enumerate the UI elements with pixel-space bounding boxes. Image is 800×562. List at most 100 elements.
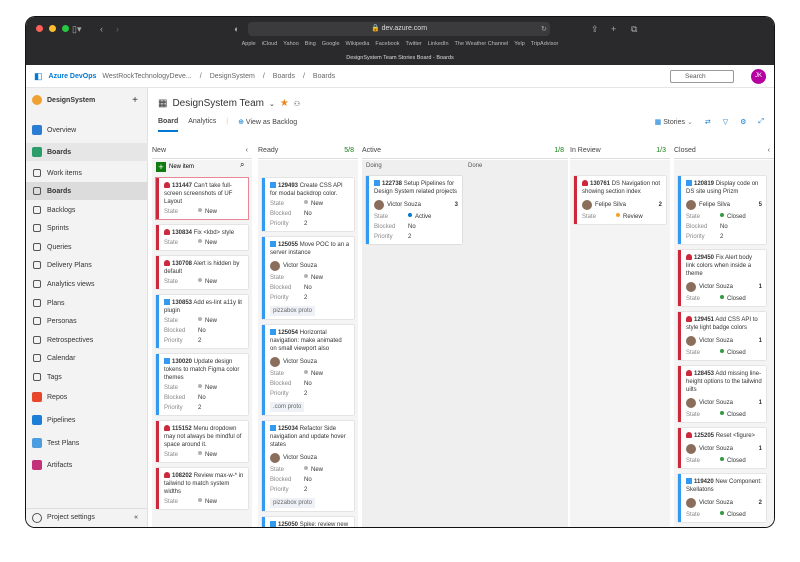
team-name[interactable]: DesignSystem Team: [172, 98, 264, 109]
tab-analytics[interactable]: Analytics: [188, 118, 216, 132]
work-item-card[interactable]: 130834 Fix <kbd> style State New: [156, 225, 248, 250]
search-icon[interactable]: ⌕: [240, 160, 244, 170]
reload-icon[interactable]: ↻: [541, 25, 547, 33]
breadcrumb-item[interactable]: DesignSystem: [210, 73, 255, 80]
favorite-link[interactable]: LinkedIn: [428, 41, 449, 47]
work-item-id[interactable]: 128453: [694, 371, 714, 377]
work-item-id[interactable]: 119420: [694, 479, 714, 485]
work-item-id[interactable]: 130761: [590, 181, 610, 187]
work-item-card[interactable]: 130853 Add es-lint a11y lit plugin State N…: [156, 295, 248, 348]
sidebar-item-personas[interactable]: Personas: [26, 312, 148, 330]
breadcrumb-item[interactable]: Boards: [273, 73, 295, 80]
window-controls[interactable]: [36, 25, 69, 32]
sidebar-item-delivery-plans[interactable]: Delivery Plans: [26, 256, 148, 274]
favorite-link[interactable]: The Weather Channel: [455, 41, 509, 47]
tag[interactable]: .com proto: [270, 402, 305, 412]
sidebar-item-calendar[interactable]: Calendar: [26, 349, 148, 367]
work-item-card[interactable]: 131447 Can't take full-screen screenshot…: [156, 178, 248, 219]
work-item-id[interactable]: 108202: [172, 473, 192, 479]
breadcrumb-item[interactable]: Boards: [313, 73, 335, 80]
favorite-star-icon[interactable]: ★: [280, 98, 289, 109]
sidebar-item-artifacts[interactable]: Artifacts: [26, 456, 148, 474]
favorite-link[interactable]: TripAdvisor: [531, 41, 559, 47]
work-item-card[interactable]: 130020 Update design tokens to match Fig…: [156, 354, 248, 415]
work-item-id[interactable]: 130020: [172, 359, 192, 365]
new-item-button[interactable]: + New item: [156, 162, 194, 172]
address-bar[interactable]: 🔒 dev.azure.com: [248, 22, 550, 36]
new-tab-icon[interactable]: +: [611, 24, 616, 34]
work-item-id[interactable]: 122738: [382, 181, 402, 187]
share-icon[interactable]: ⇪: [591, 24, 599, 35]
view-as-backlog-button[interactable]: ⊕ View as Backlog: [238, 118, 297, 132]
tab-title[interactable]: DesignSystem Team Stories Board - Boards: [26, 55, 774, 61]
sidebar-item-boards[interactable]: Boards: [26, 182, 148, 200]
tab-board[interactable]: Board: [158, 118, 179, 132]
favorite-link[interactable]: Yahoo: [283, 41, 299, 47]
zoom-button[interactable]: [62, 25, 69, 32]
favorite-link[interactable]: Google: [322, 41, 340, 47]
fullscreen-icon[interactable]: ⤢: [758, 118, 764, 126]
back-icon[interactable]: ‹: [100, 24, 103, 34]
brand-link[interactable]: Azure DevOps: [49, 73, 97, 80]
work-item-id[interactable]: 115152: [172, 426, 192, 432]
work-item-card[interactable]: 108202 Review max-w-* in tailwind to mat…: [156, 468, 248, 509]
work-item-card[interactable]: 125205 Reset <figure> Victor Souza 1 State C…: [678, 428, 766, 468]
sidebar-item-sprints[interactable]: Sprints: [26, 219, 148, 237]
tag[interactable]: pizzabox proto: [270, 498, 316, 508]
filter-icon[interactable]: ▽: [723, 118, 728, 126]
settings-sliders-icon[interactable]: ⇄: [705, 118, 711, 126]
work-item-id[interactable]: 130708: [172, 261, 192, 267]
gear-icon[interactable]: ⚙: [740, 118, 746, 126]
user-avatar[interactable]: JK: [751, 69, 766, 84]
work-item-card[interactable]: 125034 Refactor Side navigation and upda…: [262, 421, 354, 511]
project-selector[interactable]: DesignSystem +: [26, 91, 148, 109]
shield-icon[interactable]: ◐: [234, 24, 239, 34]
sidebar-toggle-icon[interactable]: ▯▾: [72, 24, 81, 35]
work-item-id[interactable]: 120819: [694, 181, 714, 187]
work-item-id[interactable]: 125034: [278, 426, 298, 432]
work-item-id[interactable]: 131447: [172, 183, 192, 189]
work-item-title[interactable]: Fix <kbd> style: [194, 230, 234, 236]
collapse-column-icon[interactable]: ‹: [246, 147, 248, 154]
minimize-button[interactable]: [49, 25, 56, 32]
work-item-id[interactable]: 129493: [278, 183, 298, 189]
sidebar-item-pipelines[interactable]: Pipelines: [26, 411, 148, 429]
work-item-id[interactable]: 125050: [278, 522, 298, 527]
sidebar-item-tags[interactable]: Tags: [26, 368, 148, 386]
tag[interactable]: pizzabox proto: [270, 306, 316, 316]
work-item-id[interactable]: 130853: [172, 300, 192, 306]
work-item-id[interactable]: 125054: [278, 330, 298, 336]
team-members-icon[interactable]: ⚇: [294, 100, 300, 108]
sidebar-item-retrospectives[interactable]: Retrospectives: [26, 331, 148, 349]
sidebar-item-backlogs[interactable]: Backlogs: [26, 201, 148, 219]
work-item-card[interactable]: 129493 Create CSS API for modal backdrop…: [262, 178, 354, 231]
sidebar-item-plans[interactable]: Plans: [26, 294, 148, 312]
chevron-down-icon[interactable]: ⌄: [269, 100, 275, 108]
favorite-link[interactable]: Twitter: [406, 41, 422, 47]
work-item-card[interactable]: 115152 Menu dropdown may not always be m…: [156, 421, 248, 462]
favorite-link[interactable]: Wikipedia: [346, 41, 370, 47]
forward-icon[interactable]: ›: [116, 24, 119, 34]
sidebar-item-repos[interactable]: Repos: [26, 388, 148, 406]
work-item-card[interactable]: 129450 Fix Alert body link colors when i…: [678, 250, 766, 306]
work-item-card[interactable]: 128453 Add missing line-height options t…: [678, 366, 766, 422]
sidebar-item-analytics-views[interactable]: Analytics views: [26, 275, 148, 293]
work-item-id[interactable]: 130834: [172, 230, 192, 236]
favorite-link[interactable]: iCloud: [262, 41, 278, 47]
work-item-card[interactable]: 119420 New Component: Skellatons Victor S…: [678, 474, 766, 522]
work-item-card[interactable]: 125055 Move POC to an a server instance V…: [262, 237, 354, 319]
sidebar-item-queries[interactable]: Queries: [26, 238, 148, 256]
work-item-card[interactable]: 129451 Add CSS API to style light badge …: [678, 312, 766, 360]
work-item-card[interactable]: 130761 DS Navigation not showing section…: [574, 176, 666, 224]
favorite-link[interactable]: Apple: [242, 41, 256, 47]
work-item-card[interactable]: 130708 Alert is hidden by default State Ne…: [156, 256, 248, 289]
stories-selector[interactable]: ▦ Stories ⌄: [655, 118, 693, 126]
tabs-overview-icon[interactable]: ⧉: [631, 24, 637, 35]
sidebar-item-work-items[interactable]: Work items: [26, 164, 148, 182]
work-item-id[interactable]: 125205: [694, 433, 714, 439]
collapse-column-icon[interactable]: ‹: [768, 147, 770, 154]
close-button[interactable]: [36, 25, 43, 32]
search-input[interactable]: Search: [670, 70, 734, 83]
collapse-icon[interactable]: «: [134, 514, 138, 521]
work-item-id[interactable]: 125055: [278, 242, 298, 248]
